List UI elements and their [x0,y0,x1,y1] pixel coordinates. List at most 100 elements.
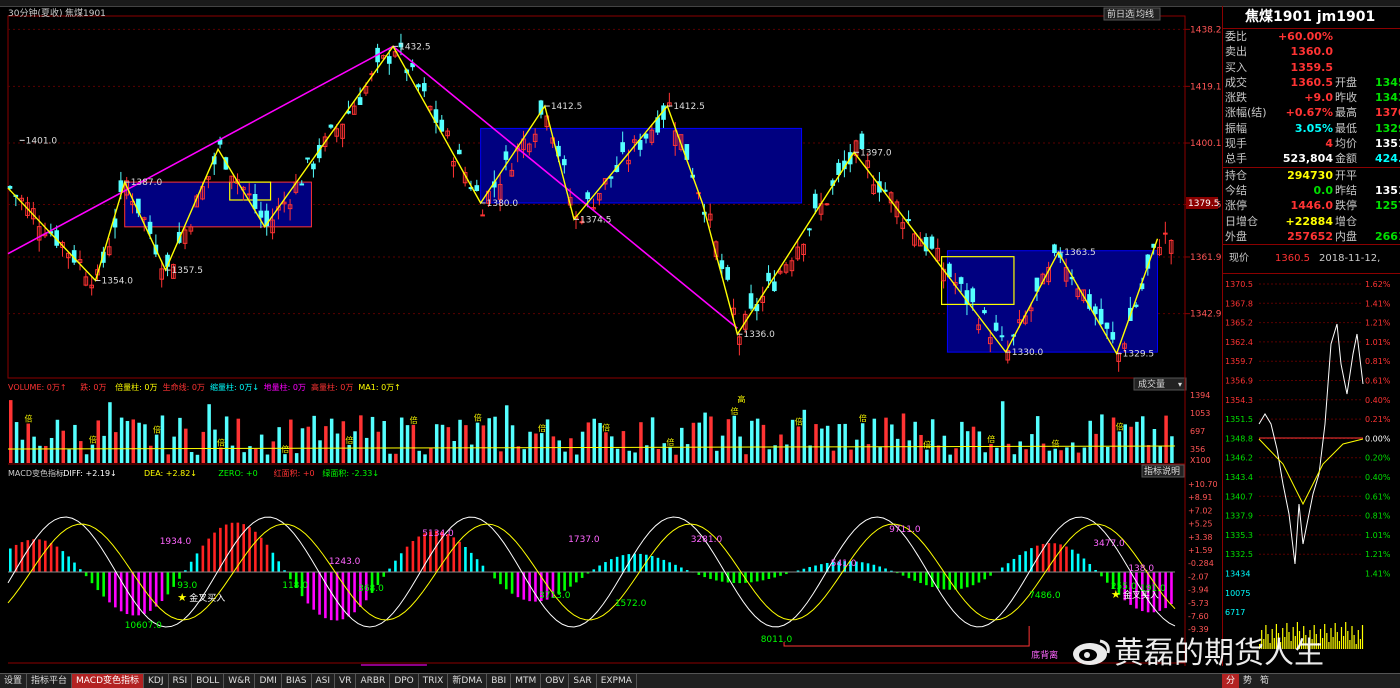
candle-body [1099,309,1103,323]
candle-body [475,186,479,191]
indicator-tab[interactable]: MACD变色指标 [72,674,144,688]
macd-axis-label: -5.73 [1188,599,1209,608]
kline-chart[interactable]: 1432.51412.51412.51401.01397.01387.01380… [0,6,1222,666]
macd-bar [149,572,152,611]
candle-body [948,264,952,277]
macd-bar [663,560,666,572]
new-select-button[interactable]: 前日选 [1107,8,1134,20]
volume-bar [207,404,211,463]
time-label: 15:00 [830,665,853,666]
mini-volume-bar [1339,641,1340,649]
quote-label-2: 昨结 [1335,183,1357,198]
mini-tab[interactable]: 筍 [1256,674,1273,688]
volume-mark: 倍 [538,423,546,433]
indicator-tab[interactable]: SAR [569,674,596,688]
macd-bar [581,572,584,578]
indicator-tab[interactable]: MTM [511,674,541,688]
indicator-tab[interactable]: ARBR [356,674,390,688]
macd-bar [318,572,321,615]
mini-price-label: 1362.4 [1225,338,1253,347]
candle-body [1111,333,1115,340]
macd-bar [978,572,981,583]
quote-row: 现手4均价1351 [1223,136,1400,151]
indicator-tab[interactable]: 设置 [0,674,27,688]
volume-bar [441,425,445,463]
volume-bar [184,429,188,463]
period-label: 30分钟(夏收) [8,7,62,19]
macd-bar [482,566,485,572]
indicator-tab[interactable]: ASI [312,674,336,688]
mini-tab[interactable]: 分 [1222,674,1239,688]
mini-price-label: 1351.5 [1225,415,1253,424]
mini-volume-bar [1324,624,1325,649]
candle-body [644,134,648,138]
volume-bar [931,419,935,463]
quote-value-2: 1370 [1375,105,1400,120]
candle-body [959,278,963,284]
macd-bar [1013,559,1016,572]
volume-bar [1071,442,1075,463]
volume-bar [972,427,976,463]
candle-body [825,204,829,205]
volume-bar [464,425,468,463]
macd-bar [394,561,397,572]
avg-line-button[interactable]: 均线 [1136,8,1154,20]
indicator-tab[interactable]: 新DMA [448,674,487,688]
indicator-tab[interactable]: W&R [224,674,255,688]
candle-body [808,229,812,230]
volume-bar [167,454,171,463]
volume-selector[interactable]: 成交量 [1138,378,1165,390]
time-label: 18-10-25 10:45 [364,665,426,666]
indicator-tab[interactable]: OBV [541,674,569,688]
indicator-tab[interactable]: 指标平台 [27,674,72,688]
volume-bar [1083,448,1087,463]
indicator-tab[interactable]: DMI [255,674,281,688]
macd-bar [44,541,47,572]
mini-pct-label: 1.41% [1365,299,1391,308]
pivot-label: 1357.5 [172,266,204,276]
macd-bar [412,541,415,572]
candle-body [971,289,975,302]
macd-bar [1088,564,1091,572]
mini-pct-label: 1.21% [1365,319,1391,328]
macd-bar [517,572,520,597]
consolidation-box [947,251,1157,352]
indicator-tab[interactable]: TRIX [419,674,449,688]
golden-cross-label: 金叉买入 [189,592,225,604]
mini-volume-bar [1351,626,1352,649]
intraday-mini-chart[interactable]: 1370.51367.81365.21362.41359.71356.91354… [1223,274,1400,654]
indicator-tab[interactable]: KDJ [144,674,169,688]
indicator-tab[interactable]: DPO [390,674,418,688]
volume-bar [727,419,731,463]
volume-bar [995,448,999,463]
candle-body [563,160,567,165]
pivot-label: 1412.5 [551,102,583,112]
volume-bar [219,447,223,463]
volume-bar [27,424,31,463]
indicator-tab[interactable]: RSI [169,674,193,688]
macd-bar [56,547,59,572]
indicator-tab[interactable]: BBI [487,674,511,688]
indicator-tab[interactable]: BOLL [192,674,224,688]
macd-value-label: 1737.0 [568,535,600,545]
quote-row: 成交1360.5开盘1345 [1223,75,1400,90]
volume-axis-label: 1053 [1190,409,1210,418]
indicator-tab[interactable]: EXPMA [597,674,637,688]
indicator-tab[interactable]: BIAS [282,674,312,688]
mini-volume-bar [1362,625,1363,649]
quote-row: 外盘257652内盘26615 [1223,229,1400,244]
quote-label-2: 开平 [1335,168,1357,183]
volume-bar [324,426,328,463]
chevron-down-icon[interactable]: ▾ [1178,380,1182,389]
candle-body [300,184,304,185]
mini-pct-label: 1.21% [1365,550,1391,559]
quote-value: 3.05% [1253,121,1333,136]
mini-tab[interactable]: 势 [1239,674,1256,688]
indicator-tab[interactable]: VR [335,674,356,688]
volume-legend-item: MA1: 0万↑ [358,383,401,392]
price-tick-label: 1342.9 [1190,310,1222,320]
indicator-help-button[interactable]: 指标说明 [1144,465,1180,477]
volume-bar [884,418,888,463]
volume-mark: 倍 [923,440,931,450]
mini-price-label: 1354.3 [1225,396,1253,405]
